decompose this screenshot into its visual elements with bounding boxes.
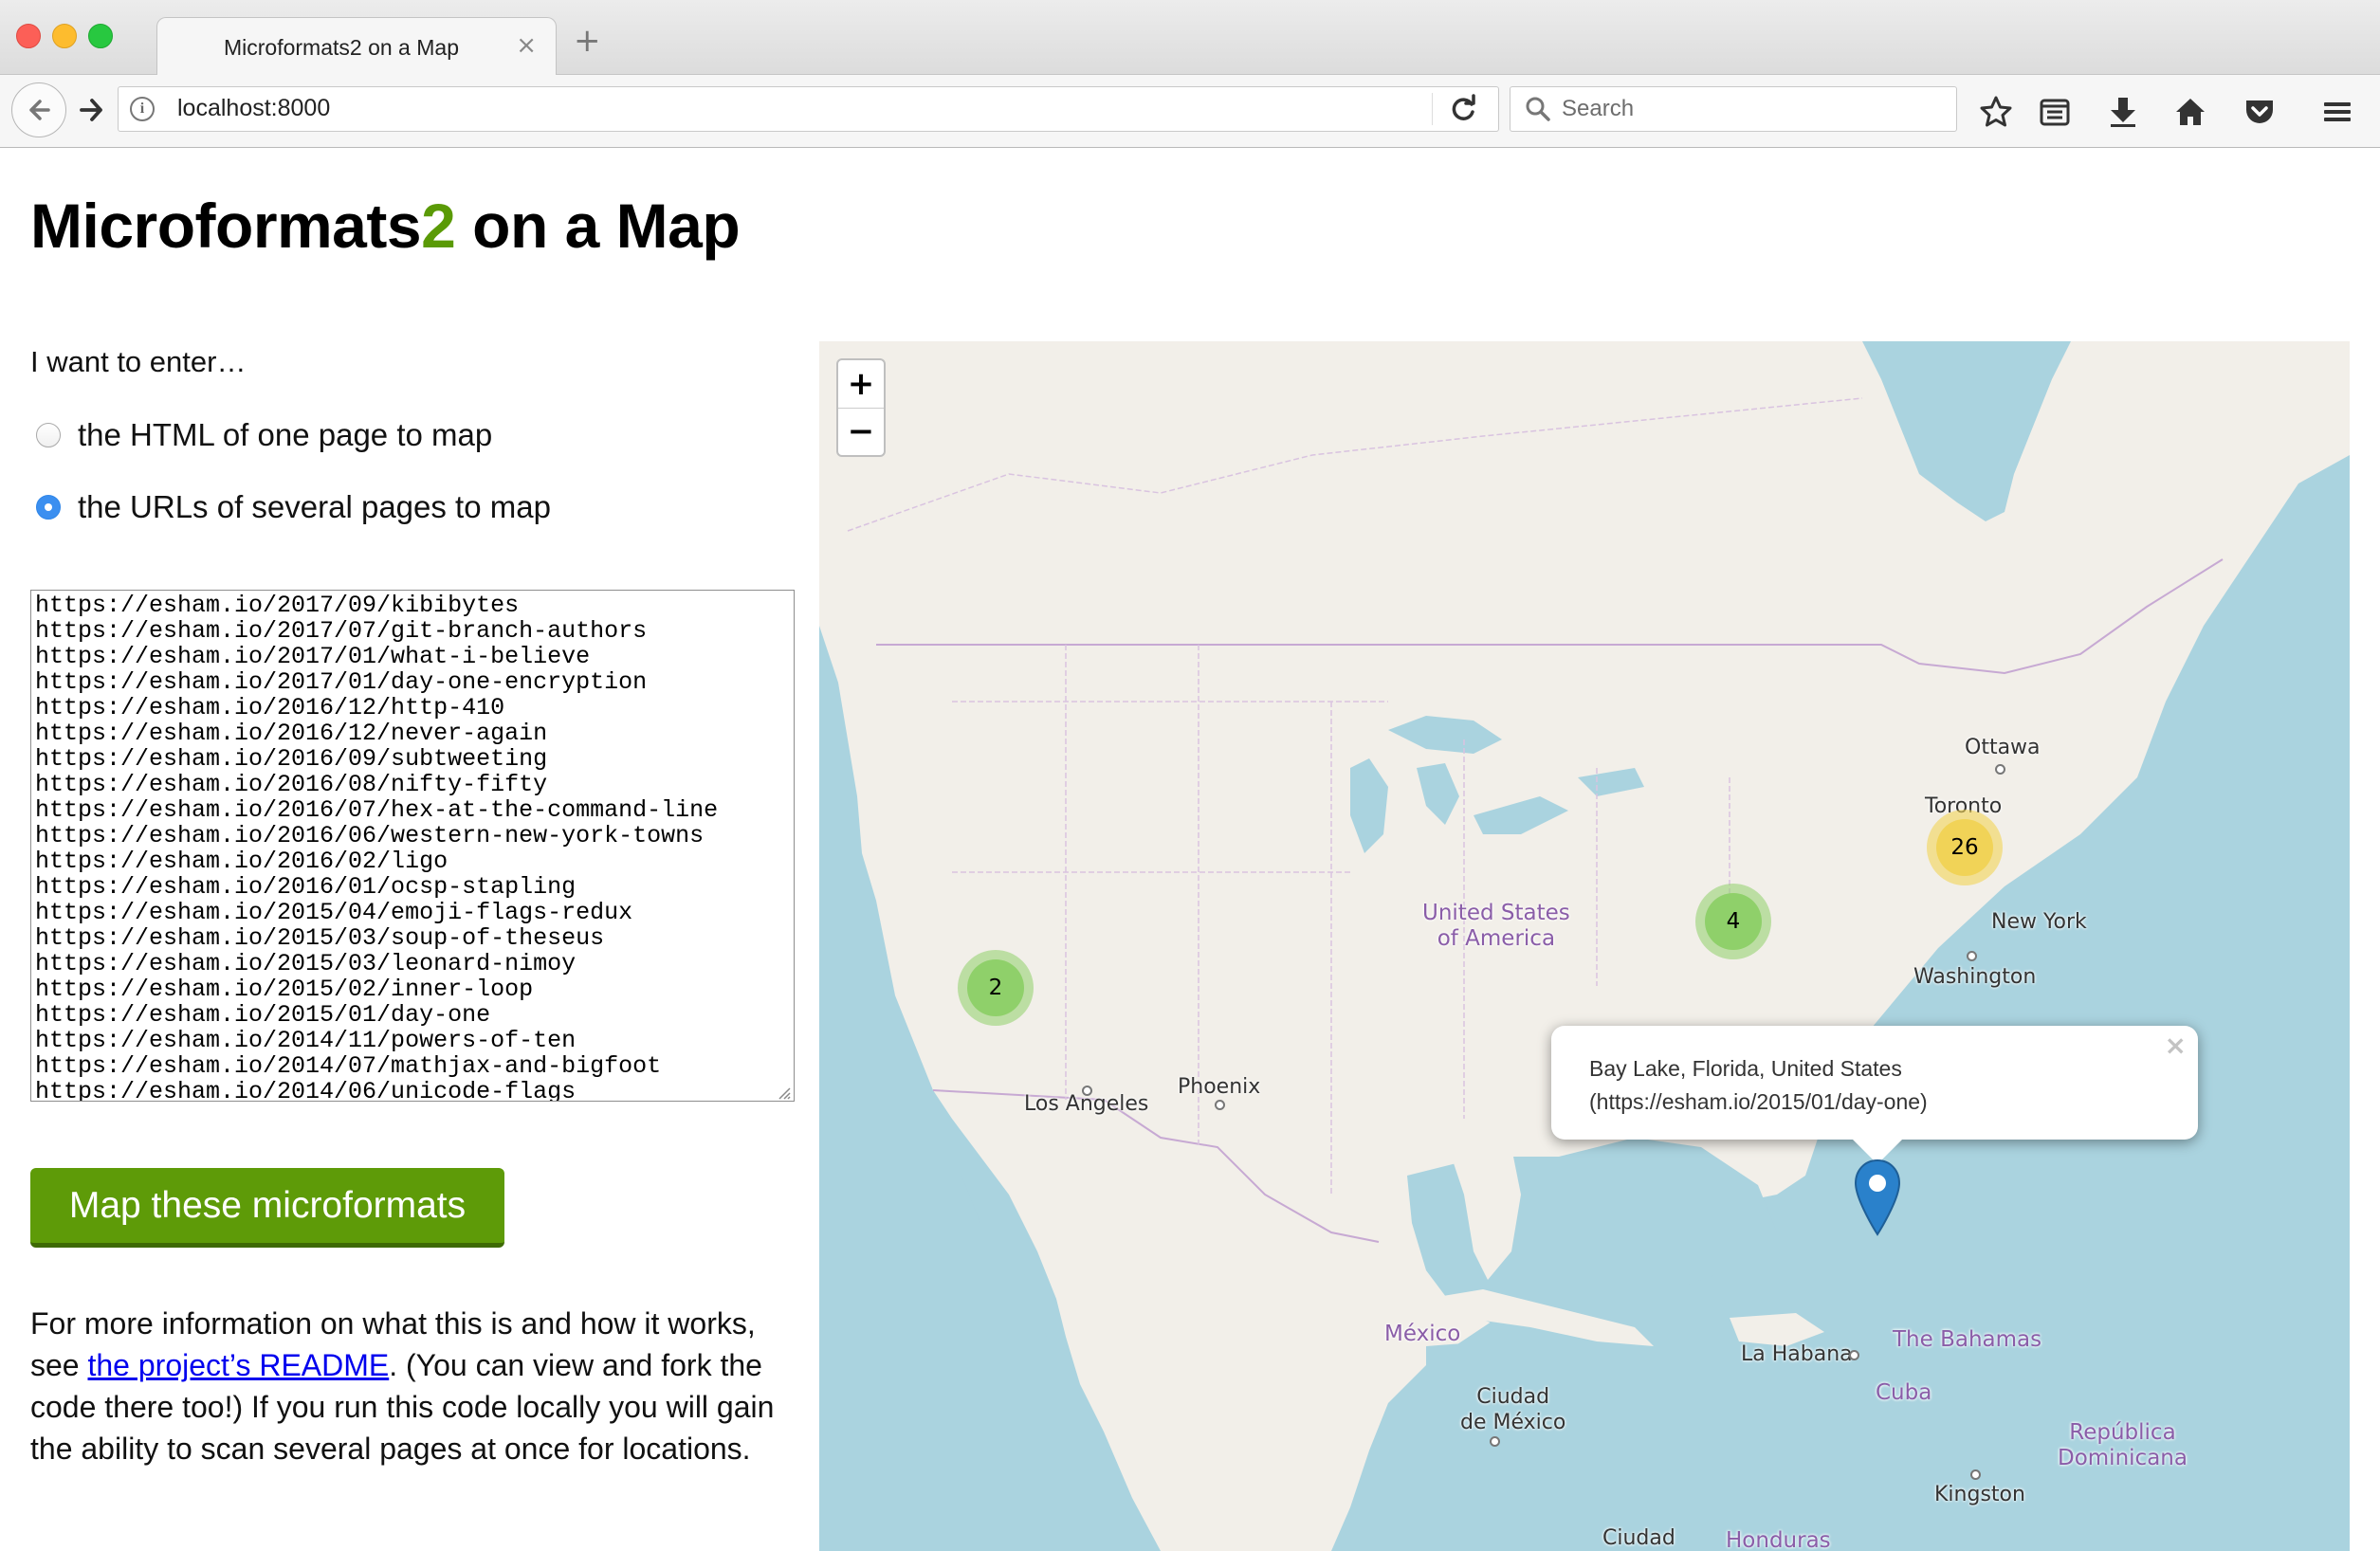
popup-text: Bay Lake, Florida, United States (https:… bbox=[1589, 1056, 1928, 1114]
cluster-midwest-count[interactable]: 4 bbox=[1705, 893, 1762, 950]
search-input[interactable]: Search bbox=[1562, 96, 1634, 122]
reload-icon[interactable] bbox=[1448, 93, 1480, 125]
pocket-icon[interactable] bbox=[2242, 94, 2278, 130]
label-usa: United States of America bbox=[1422, 901, 1570, 952]
label-mexico: México bbox=[1384, 1322, 1461, 1346]
close-window-button[interactable] bbox=[16, 24, 41, 48]
download-icon[interactable] bbox=[2105, 94, 2141, 130]
dot-washington bbox=[1967, 951, 1977, 961]
url-text[interactable]: localhost:8000 bbox=[177, 95, 330, 122]
label-new-york: New York bbox=[1991, 910, 2087, 934]
back-icon bbox=[29, 100, 50, 120]
info-icon[interactable]: i bbox=[130, 97, 155, 121]
dot-la-habana bbox=[1849, 1350, 1859, 1360]
page-title-part3: on a Map bbox=[455, 191, 741, 261]
input-type-prompt: I want to enter… bbox=[30, 345, 247, 378]
label-republica-dominicana: República Dominicana bbox=[2058, 1420, 2188, 1471]
zoom-control: + − bbox=[836, 358, 886, 457]
new-tab-button[interactable]: + bbox=[574, 25, 601, 57]
map-microformats-button[interactable]: Map these microformats bbox=[30, 1168, 504, 1248]
tab-close-icon[interactable]: × bbox=[516, 31, 537, 60]
browser-tab-bar: Microformats2 on a Map × + bbox=[0, 0, 2380, 76]
info-paragraph: For more information on what this is and… bbox=[30, 1303, 789, 1469]
cluster-midwest[interactable]: 4 bbox=[1695, 884, 1771, 959]
popup-close-icon[interactable]: × bbox=[2165, 1030, 2187, 1061]
label-republica-line1: República bbox=[2069, 1420, 2176, 1445]
back-button[interactable] bbox=[11, 82, 66, 137]
dot-ottawa bbox=[1995, 764, 2005, 775]
label-usa-line1: United States bbox=[1422, 901, 1570, 925]
url-separator bbox=[1432, 93, 1433, 125]
label-honduras: Honduras bbox=[1726, 1528, 1831, 1551]
resize-grip-icon[interactable] bbox=[776, 1085, 791, 1100]
option-urls[interactable]: the URLs of several pages to map bbox=[36, 489, 551, 525]
maximize-window-button[interactable] bbox=[88, 24, 113, 48]
label-kingston: Kingston bbox=[1934, 1483, 2025, 1506]
readme-link[interactable]: the project’s README bbox=[87, 1348, 389, 1382]
page-title-accent: 2 bbox=[421, 191, 456, 261]
cluster-northeast[interactable]: 26 bbox=[1927, 810, 2003, 885]
dot-phoenix bbox=[1215, 1100, 1225, 1110]
menu-icon[interactable] bbox=[2319, 94, 2355, 130]
dot-ciudad-de-mexico bbox=[1490, 1436, 1500, 1447]
radio-html[interactable] bbox=[36, 423, 61, 447]
label-cuba: Cuba bbox=[1876, 1380, 1932, 1405]
search-bar[interactable]: Search bbox=[1510, 86, 1957, 132]
map-marker-icon[interactable] bbox=[1853, 1159, 1902, 1238]
label-ciudad-line2: de México bbox=[1460, 1411, 1566, 1434]
radio-urls[interactable] bbox=[36, 495, 61, 520]
page-title: Microformats2 on a Map bbox=[30, 190, 741, 262]
tab-title: Microformats2 on a Map bbox=[224, 35, 459, 60]
forward-icon[interactable] bbox=[76, 94, 108, 126]
label-washington: Washington bbox=[1913, 965, 2037, 989]
option-html[interactable]: the HTML of one page to map bbox=[36, 417, 492, 453]
label-ciudad-bottom: Ciudad bbox=[1602, 1526, 1675, 1550]
home-icon[interactable] bbox=[2172, 94, 2208, 130]
map-view[interactable]: + − Ottawa Toronto New York Washington U… bbox=[819, 341, 2350, 1551]
bookmark-star-icon[interactable] bbox=[1978, 94, 2014, 130]
label-la-habana: La Habana bbox=[1741, 1342, 1853, 1366]
label-phoenix: Phoenix bbox=[1178, 1075, 1261, 1099]
url-bar[interactable]: i localhost:8000 bbox=[118, 86, 1499, 132]
cluster-west[interactable]: 2 bbox=[958, 950, 1034, 1026]
zoom-in-button[interactable]: + bbox=[838, 360, 884, 409]
option-urls-label[interactable]: the URLs of several pages to map bbox=[78, 489, 551, 525]
label-ottawa: Ottawa bbox=[1965, 736, 2041, 759]
zoom-out-button[interactable]: − bbox=[838, 408, 884, 455]
location-popup: Bay Lake, Florida, United States (https:… bbox=[1551, 1026, 2198, 1164]
search-icon bbox=[1526, 97, 1550, 121]
label-usa-line2: of America bbox=[1437, 926, 1556, 951]
label-los-angeles: Los Angeles bbox=[1024, 1092, 1149, 1116]
page-title-part1: Microformats bbox=[30, 191, 422, 261]
option-html-label[interactable]: the HTML of one page to map bbox=[78, 417, 492, 453]
label-ciudad-de-mexico: Ciudad de México bbox=[1460, 1384, 1565, 1435]
urls-textarea[interactable]: https://esham.io/2017/09/kibibytes https… bbox=[30, 590, 795, 1102]
dot-kingston bbox=[1970, 1469, 1981, 1480]
browser-nav-bar: i localhost:8000 Search bbox=[0, 75, 2380, 148]
reading-list-icon[interactable] bbox=[2037, 94, 2073, 130]
active-tab[interactable]: Microformats2 on a Map × bbox=[156, 17, 557, 76]
label-bahamas: The Bahamas bbox=[1893, 1327, 2042, 1352]
minimize-window-button[interactable] bbox=[52, 24, 77, 48]
label-republica-line2: Dominicana bbox=[2058, 1446, 2188, 1470]
cluster-west-count[interactable]: 2 bbox=[967, 959, 1024, 1016]
cluster-northeast-count[interactable]: 26 bbox=[1936, 819, 1993, 876]
label-ciudad-line1: Ciudad bbox=[1476, 1385, 1550, 1409]
map-tiles bbox=[819, 341, 2350, 1551]
